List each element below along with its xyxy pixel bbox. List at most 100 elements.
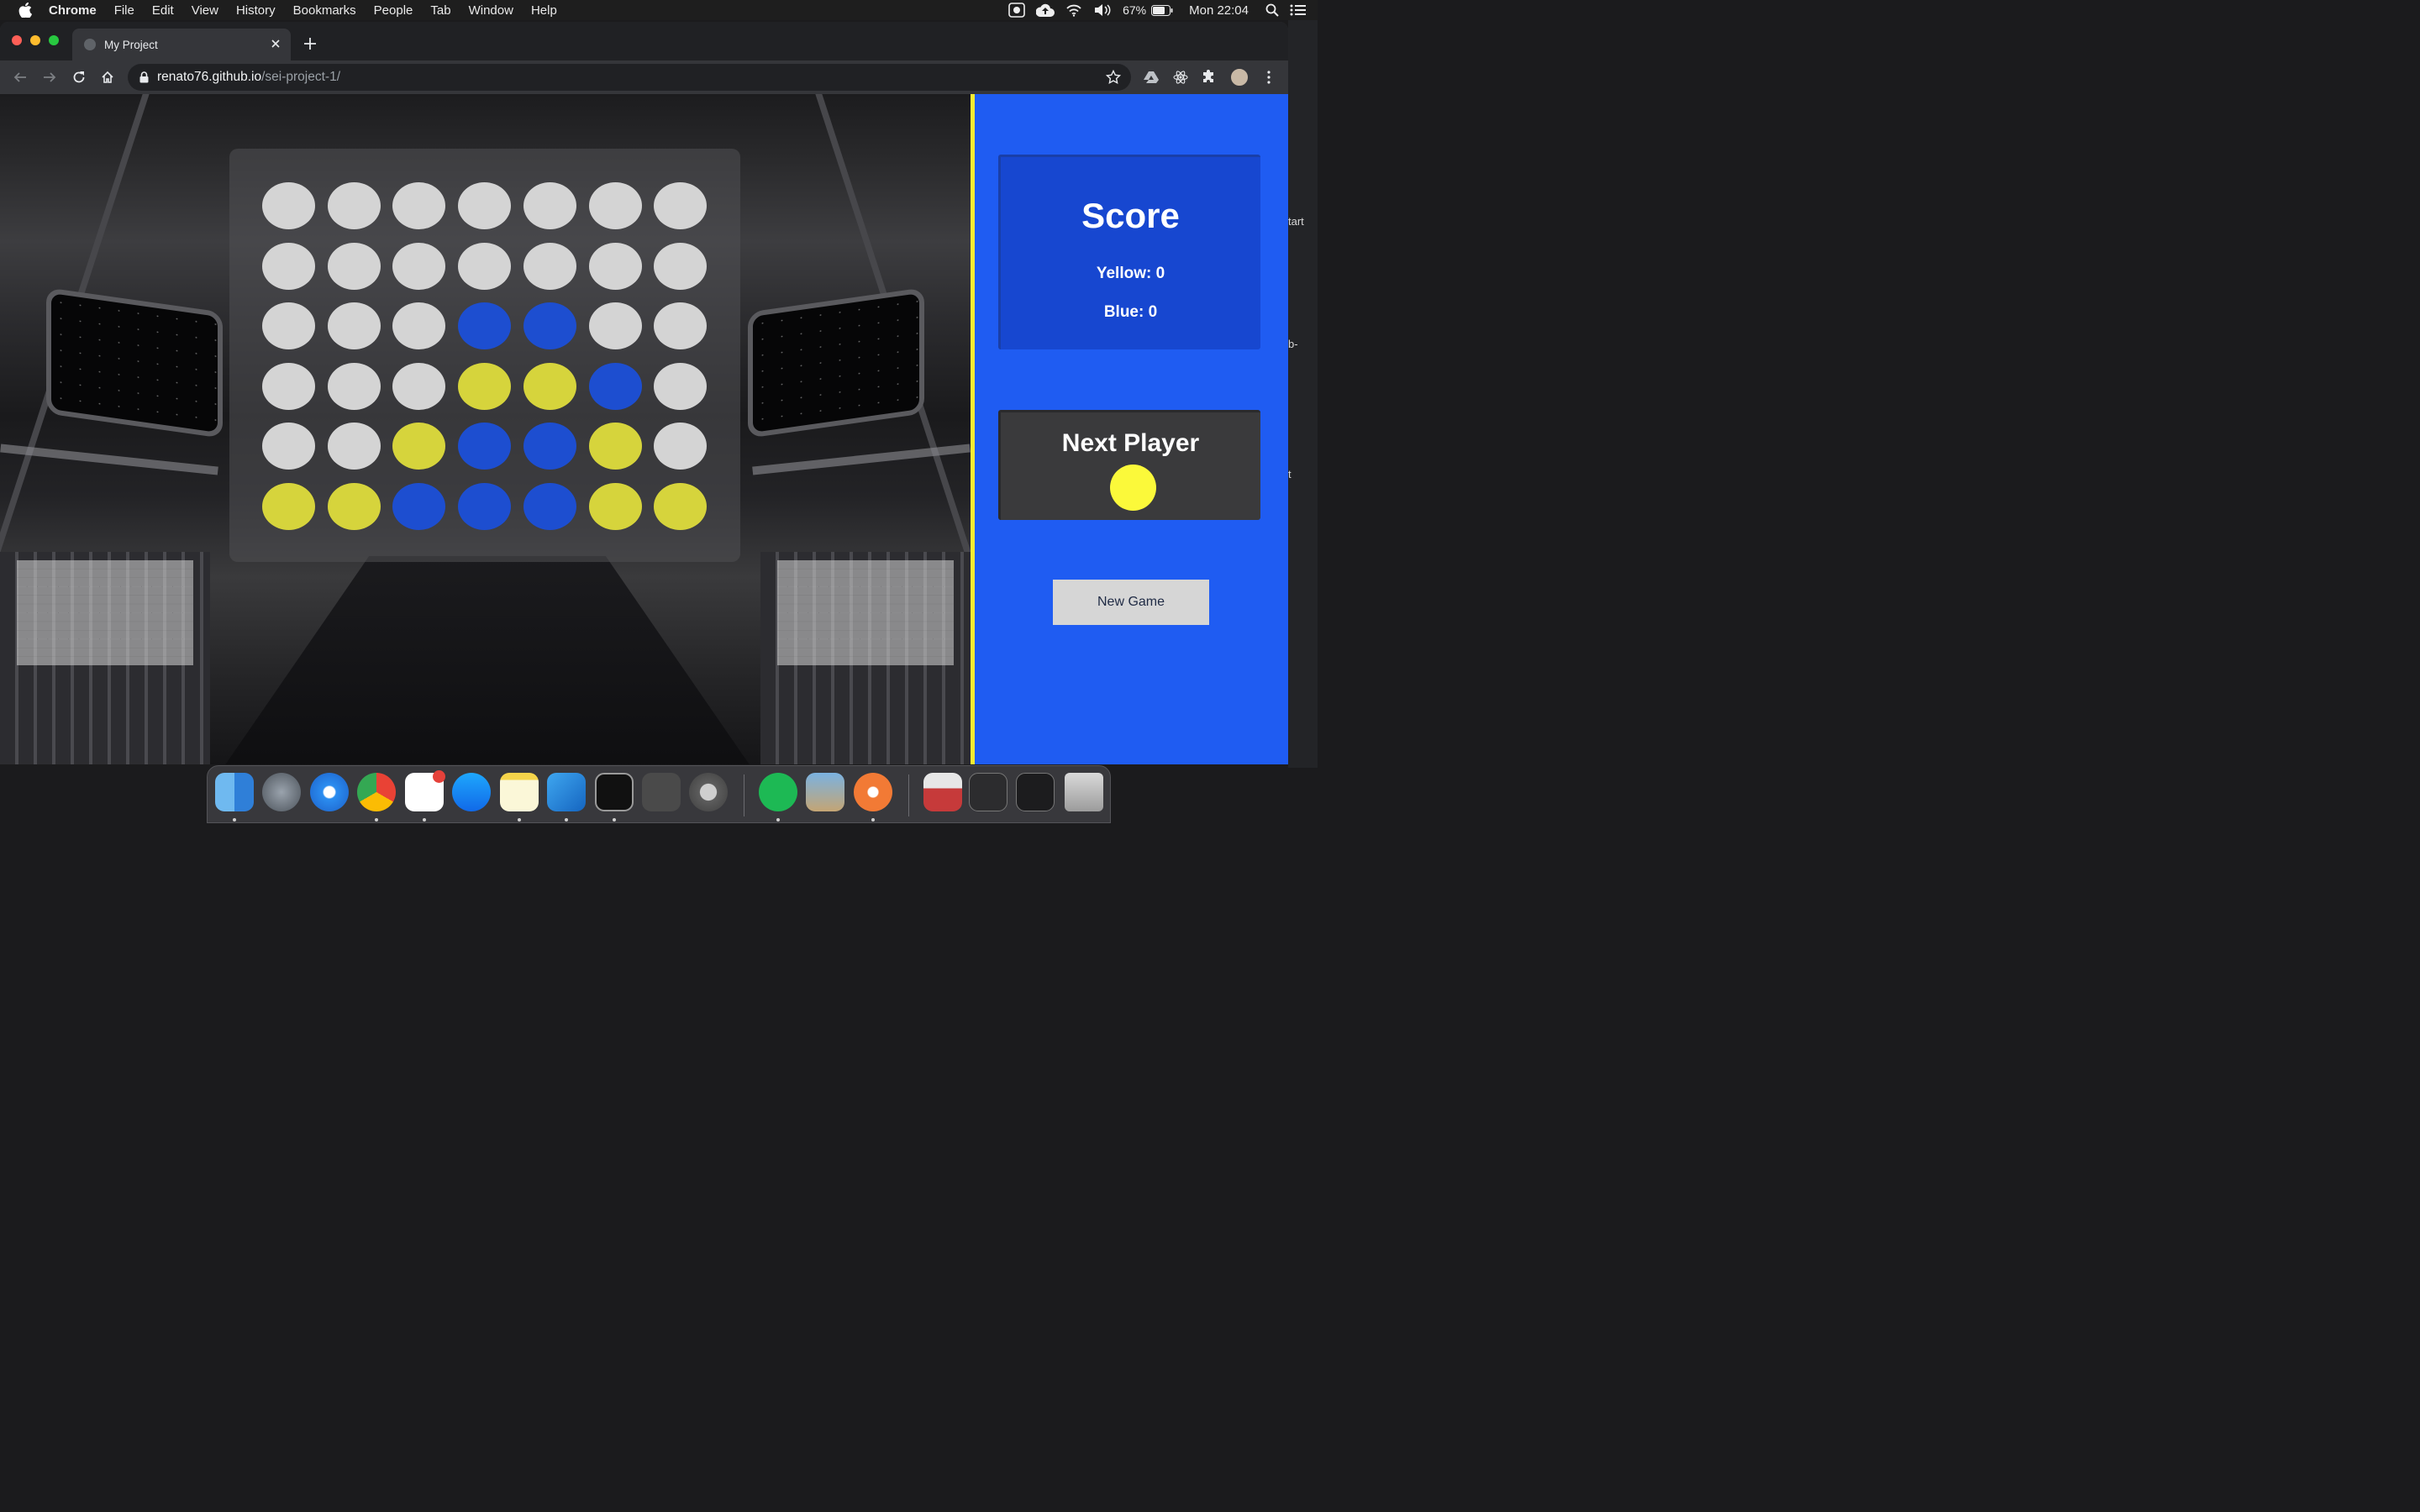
board-cell-yellow[interactable] xyxy=(327,482,381,530)
board-cell-empty[interactable] xyxy=(654,423,708,470)
menu-window[interactable]: Window xyxy=(469,3,513,18)
board-cell-yellow[interactable] xyxy=(654,482,708,530)
menu-app-name[interactable]: Chrome xyxy=(49,3,97,18)
board-cell-blue[interactable] xyxy=(588,362,642,410)
board-cell-empty[interactable] xyxy=(654,242,708,290)
control-center-icon[interactable] xyxy=(1290,4,1307,16)
desktop-file-label[interactable]: t xyxy=(1288,468,1292,480)
board-cell-empty[interactable] xyxy=(392,362,446,410)
board-cell-blue[interactable] xyxy=(523,423,576,470)
menu-history[interactable]: History xyxy=(236,3,276,18)
board-cell-empty[interactable] xyxy=(262,242,315,290)
system-preferences-icon[interactable] xyxy=(689,773,728,811)
profile-avatar[interactable] xyxy=(1229,67,1249,87)
board-cell-yellow[interactable] xyxy=(523,362,576,410)
board-cell-empty[interactable] xyxy=(262,362,315,410)
close-tab-icon[interactable] xyxy=(269,37,282,50)
spotify-icon[interactable] xyxy=(759,773,797,811)
battery-icon[interactable] xyxy=(1151,4,1173,16)
board-cell-empty[interactable] xyxy=(458,242,512,290)
close-window-button[interactable] xyxy=(12,35,22,45)
board-cell-empty[interactable] xyxy=(327,423,381,470)
board-cell-empty[interactable] xyxy=(588,182,642,229)
cloud-upload-icon[interactable] xyxy=(1036,3,1055,17)
notes-icon[interactable] xyxy=(500,773,539,811)
board-cell-empty[interactable] xyxy=(523,242,576,290)
board-cell-empty[interactable] xyxy=(458,182,512,229)
board-cell-empty[interactable] xyxy=(654,362,708,410)
minimize-window-button[interactable] xyxy=(30,35,40,45)
menu-bookmarks[interactable]: Bookmarks xyxy=(293,3,356,18)
downloads-stack-icon[interactable] xyxy=(923,773,962,811)
screen-record-icon[interactable] xyxy=(1008,3,1025,18)
menubar-clock[interactable]: Mon 22:04 xyxy=(1189,3,1249,18)
back-arrow-icon[interactable] xyxy=(12,69,29,86)
board-cell-blue[interactable] xyxy=(458,302,512,349)
board-cell-empty[interactable] xyxy=(327,242,381,290)
google-drive-icon[interactable] xyxy=(1143,69,1160,86)
chrome-menu-kebab-icon[interactable] xyxy=(1260,69,1277,86)
apple-icon[interactable] xyxy=(18,3,34,18)
new-tab-plus-icon[interactable] xyxy=(302,36,318,51)
tab-my-project[interactable]: My Project xyxy=(72,29,291,60)
safari-icon[interactable] xyxy=(310,773,349,811)
reload-icon[interactable] xyxy=(71,69,87,86)
wifi-icon[interactable] xyxy=(1065,4,1082,17)
app-store-icon[interactable] xyxy=(452,773,491,811)
zoom-window-button[interactable] xyxy=(49,35,59,45)
board-cell-empty[interactable] xyxy=(588,302,642,349)
chrome-icon[interactable] xyxy=(357,773,396,811)
screenshot-tool-icon[interactable] xyxy=(854,773,892,811)
menu-tab[interactable]: Tab xyxy=(430,3,450,18)
board-cell-yellow[interactable] xyxy=(458,362,512,410)
vscode-icon[interactable] xyxy=(547,773,586,811)
board-cell-blue[interactable] xyxy=(392,482,446,530)
screenshots-stack-icon[interactable] xyxy=(1016,773,1055,811)
forward-arrow-icon[interactable] xyxy=(41,69,58,86)
board-cell-empty[interactable] xyxy=(654,302,708,349)
menu-view[interactable]: View xyxy=(192,3,218,18)
desktop-file-label[interactable]: tart xyxy=(1288,215,1304,228)
board-cell-empty[interactable] xyxy=(392,302,446,349)
board-cell-empty[interactable] xyxy=(392,242,446,290)
menu-help[interactable]: Help xyxy=(531,3,557,18)
desktop-file-label[interactable]: b- xyxy=(1288,338,1298,350)
bookmark-star-icon[interactable] xyxy=(1106,70,1121,85)
board-cell-blue[interactable] xyxy=(523,302,576,349)
react-devtools-icon[interactable] xyxy=(1172,69,1189,86)
terminal-icon[interactable] xyxy=(595,773,634,811)
board-cell-blue[interactable] xyxy=(458,482,512,530)
trash-icon[interactable] xyxy=(1065,773,1103,811)
board-cell-empty[interactable] xyxy=(588,242,642,290)
board-cell-yellow[interactable] xyxy=(588,482,642,530)
board-cell-empty[interactable] xyxy=(262,302,315,349)
board-cell-empty[interactable] xyxy=(262,182,315,229)
board-cell-empty[interactable] xyxy=(654,182,708,229)
documents-stack-icon[interactable] xyxy=(969,773,1007,811)
board-cell-empty[interactable] xyxy=(327,182,381,229)
menu-people[interactable]: People xyxy=(374,3,413,18)
finder-icon[interactable] xyxy=(215,773,254,811)
lock-icon[interactable] xyxy=(139,71,149,83)
board-cell-empty[interactable] xyxy=(327,362,381,410)
board-cell-empty[interactable] xyxy=(392,182,446,229)
board-cell-empty[interactable] xyxy=(523,182,576,229)
launchpad-icon[interactable] xyxy=(262,773,301,811)
spotlight-search-icon[interactable] xyxy=(1265,3,1279,17)
preview-icon[interactable] xyxy=(806,773,844,811)
volume-icon[interactable] xyxy=(1093,3,1112,17)
menu-edit[interactable]: Edit xyxy=(152,3,174,18)
home-icon[interactable] xyxy=(99,69,116,86)
board-cell-yellow[interactable] xyxy=(392,423,446,470)
board-cell-yellow[interactable] xyxy=(588,423,642,470)
board-cell-blue[interactable] xyxy=(458,423,512,470)
extensions-puzzle-icon[interactable] xyxy=(1201,69,1218,86)
new-game-button[interactable]: New Game xyxy=(1053,580,1209,625)
board-cell-yellow[interactable] xyxy=(262,482,315,530)
address-bar[interactable]: renato76.github.io /sei-project-1/ xyxy=(128,64,1131,91)
board-cell-empty[interactable] xyxy=(327,302,381,349)
board-cell-empty[interactable] xyxy=(262,423,315,470)
menu-file[interactable]: File xyxy=(114,3,134,18)
board-cell-blue[interactable] xyxy=(523,482,576,530)
sublime-text-icon[interactable] xyxy=(642,773,681,811)
